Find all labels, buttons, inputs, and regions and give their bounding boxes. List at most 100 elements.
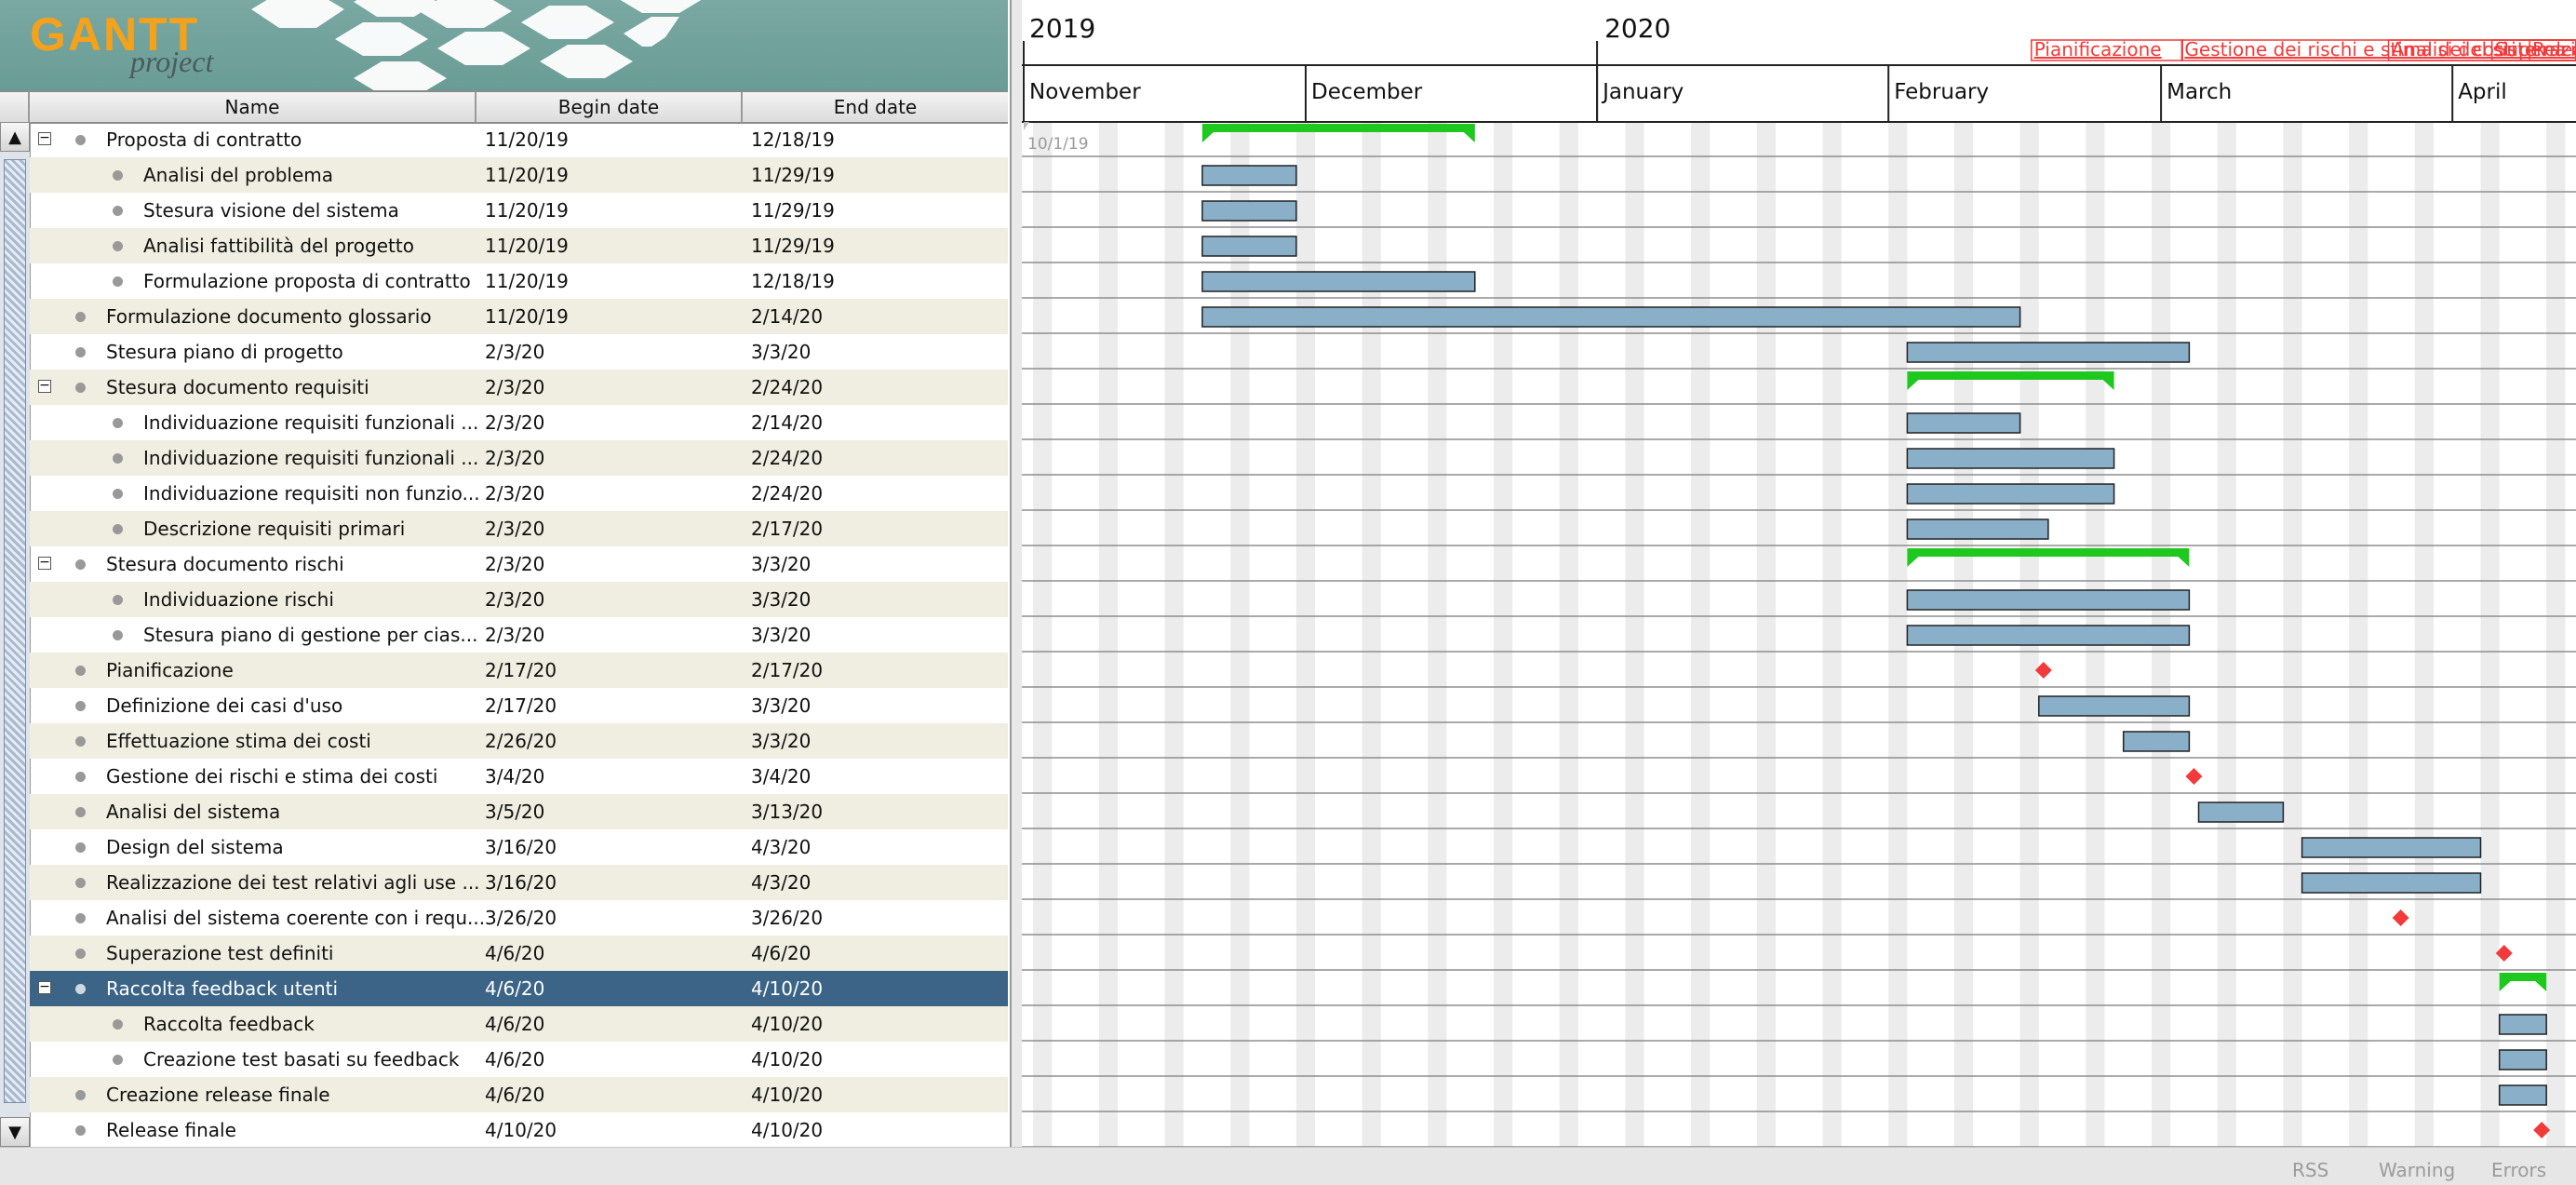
task-name[interactable]: Gestione dei rischi e stima dei costi xyxy=(106,759,497,794)
task-begin-date[interactable]: 3/16/20 xyxy=(485,829,736,865)
collapse-toggle-icon[interactable]: − xyxy=(38,379,51,393)
task-name[interactable]: Formulazione documento glossario xyxy=(106,299,497,334)
task-name[interactable]: Definizione dei casi d'uso xyxy=(106,688,497,723)
task-begin-date[interactable]: 11/20/19 xyxy=(485,193,736,228)
task-end-date[interactable]: 3/3/20 xyxy=(751,546,1002,582)
task-name[interactable]: Formulazione proposta di contratto xyxy=(143,263,497,299)
collapse-toggle-icon[interactable]: − xyxy=(38,131,51,145)
task-name[interactable]: Descrizione requisiti primari xyxy=(143,511,497,546)
gantt-chart[interactable]: 2019 2020 November December January February M… xyxy=(1022,0,2576,1147)
task-end-date[interactable]: 4/10/20 xyxy=(751,1077,1002,1112)
task-begin-date[interactable]: 4/6/20 xyxy=(485,936,736,971)
task-begin-date[interactable]: 2/26/20 xyxy=(485,723,736,759)
task-name[interactable]: Effettuazione stima dei costi xyxy=(106,723,497,759)
task-row[interactable]: Creazione release finale 4/6/20 4/10/20 xyxy=(30,1077,1008,1112)
task-begin-date[interactable]: 2/3/20 xyxy=(485,511,736,546)
task-name[interactable]: Individuazione requisiti funzionali ... xyxy=(143,405,497,440)
task-end-date[interactable]: 2/14/20 xyxy=(751,405,1002,440)
task-end-date[interactable]: 4/3/20 xyxy=(751,829,1002,865)
task-end-date[interactable]: 3/3/20 xyxy=(751,723,1002,759)
task-name[interactable]: Individuazione requisiti funzionali ... xyxy=(143,440,497,476)
task-name[interactable]: Analisi del sistema coerente con i requ.… xyxy=(106,900,497,936)
task-end-date[interactable]: 4/3/20 xyxy=(751,865,1002,900)
task-row[interactable]: Individuazione requisiti funzionali ... 2… xyxy=(30,405,1008,440)
task-name[interactable]: Stesura piano di gestione per cias... xyxy=(143,617,497,653)
vertical-scrollbar[interactable]: ▲ ▼ xyxy=(0,122,31,1147)
task-end-date[interactable]: 2/17/20 xyxy=(751,653,1002,688)
task-begin-date[interactable]: 11/20/19 xyxy=(485,228,736,263)
task-row[interactable]: Creazione test basati su feedback 4/6/20 4… xyxy=(30,1042,1008,1077)
column-header-name[interactable]: Name xyxy=(30,92,476,122)
task-name[interactable]: Analisi del sistema xyxy=(106,794,497,829)
task-begin-date[interactable]: 2/3/20 xyxy=(485,334,736,370)
task-name[interactable]: Superazione test definiti xyxy=(106,936,497,971)
task-row[interactable]: − Stesura documento rischi 2/3/20 3/3/20 xyxy=(30,546,1008,582)
task-end-date[interactable]: 2/24/20 xyxy=(751,440,1002,476)
task-row[interactable]: Superazione test definiti 4/6/20 4/6/20 xyxy=(30,936,1008,971)
task-row[interactable]: Pianificazione 2/17/20 2/17/20 xyxy=(30,653,1008,688)
task-name[interactable]: Stesura visione del sistema xyxy=(143,193,497,228)
task-row[interactable]: Release finale 4/10/20 4/10/20 xyxy=(30,1112,1008,1147)
task-begin-date[interactable]: 2/3/20 xyxy=(485,440,736,476)
task-end-date[interactable]: 3/3/20 xyxy=(751,582,1002,617)
task-begin-date[interactable]: 2/3/20 xyxy=(485,582,736,617)
task-name[interactable]: Analisi del problema xyxy=(143,157,497,193)
task-begin-date[interactable]: 11/20/19 xyxy=(485,157,736,193)
task-name[interactable]: Raccolta feedback xyxy=(143,1006,497,1042)
task-row[interactable]: Design del sistema 3/16/20 4/3/20 xyxy=(30,829,1008,865)
task-end-date[interactable]: 12/18/19 xyxy=(751,122,1002,157)
task-begin-date[interactable]: 11/20/19 xyxy=(485,263,736,299)
task-end-date[interactable]: 3/26/20 xyxy=(751,900,1002,936)
scroll-up-button[interactable]: ▲ xyxy=(0,122,30,152)
task-end-date[interactable]: 11/29/19 xyxy=(751,228,1002,263)
task-row[interactable]: Individuazione requisiti funzionali ... 2… xyxy=(30,440,1008,476)
task-row[interactable]: Descrizione requisiti primari 2/3/20 2/17/… xyxy=(30,511,1008,546)
status-rss[interactable]: RSS xyxy=(2292,1159,2328,1181)
task-begin-date[interactable]: 3/16/20 xyxy=(485,865,736,900)
task-begin-date[interactable]: 4/6/20 xyxy=(485,971,736,1006)
task-begin-date[interactable]: 4/10/20 xyxy=(485,1112,736,1147)
task-end-date[interactable]: 4/10/20 xyxy=(751,971,1002,1006)
task-end-date[interactable]: 2/17/20 xyxy=(751,511,1002,546)
task-end-date[interactable]: 4/10/20 xyxy=(751,1006,1002,1042)
task-begin-date[interactable]: 4/6/20 xyxy=(485,1042,736,1077)
task-begin-date[interactable]: 4/6/20 xyxy=(485,1006,736,1042)
task-begin-date[interactable]: 2/3/20 xyxy=(485,546,736,582)
task-begin-date[interactable]: 4/6/20 xyxy=(485,1077,736,1112)
task-name[interactable]: Individuazione rischi xyxy=(143,582,497,617)
scroll-down-button[interactable]: ▼ xyxy=(0,1117,30,1147)
task-begin-date[interactable]: 3/4/20 xyxy=(485,759,736,794)
task-name[interactable]: Stesura documento requisiti xyxy=(106,370,497,405)
status-errors[interactable]: Errors xyxy=(2491,1159,2546,1181)
task-begin-date[interactable]: 2/3/20 xyxy=(485,617,736,653)
task-row[interactable]: Raccolta feedback 4/6/20 4/10/20 xyxy=(30,1006,1008,1042)
task-end-date[interactable]: 3/4/20 xyxy=(751,759,1002,794)
task-name[interactable]: Individuazione requisiti non funzio... xyxy=(143,476,497,511)
column-header-end-date[interactable]: End date xyxy=(743,92,1008,122)
task-end-date[interactable]: 4/6/20 xyxy=(751,936,1002,971)
task-name[interactable]: Stesura piano di progetto xyxy=(106,334,497,370)
gantt-chart-panel[interactable]: 2019 2020 November December January February M… xyxy=(1022,0,2576,1147)
task-row[interactable]: − Proposta di contratto 11/20/19 12/18/19 xyxy=(30,122,1008,157)
task-end-date[interactable]: 11/29/19 xyxy=(751,157,1002,193)
task-begin-date[interactable]: 2/17/20 xyxy=(485,688,736,723)
task-name[interactable]: Raccolta feedback utenti xyxy=(106,971,497,1006)
task-name[interactable]: Stesura documento rischi xyxy=(106,546,497,582)
task-end-date[interactable]: 3/3/20 xyxy=(751,617,1002,653)
task-begin-date[interactable]: 3/26/20 xyxy=(485,900,736,936)
task-row[interactable]: Effettuazione stima dei costi 2/26/20 3/3/… xyxy=(30,723,1008,759)
task-row[interactable]: − Stesura documento requisiti 2/3/20 2/24/2… xyxy=(30,370,1008,405)
task-row[interactable]: Gestione dei rischi e stima dei costi 3/4… xyxy=(30,759,1008,794)
task-name[interactable]: Realizzazione dei test relativi agli use… xyxy=(106,865,497,900)
scrollbar-thumb[interactable] xyxy=(4,159,26,1103)
task-row[interactable]: − Raccolta feedback utenti 4/6/20 4/10/20 xyxy=(30,971,1008,1006)
collapse-toggle-icon[interactable]: − xyxy=(38,980,51,994)
task-end-date[interactable]: 4/10/20 xyxy=(751,1112,1002,1147)
task-begin-date[interactable]: 2/17/20 xyxy=(485,653,736,688)
task-name[interactable]: Pianificazione xyxy=(106,653,497,688)
task-begin-date[interactable]: 2/3/20 xyxy=(485,476,736,511)
collapse-toggle-icon[interactable]: − xyxy=(38,556,51,570)
task-name[interactable]: Release finale xyxy=(106,1112,497,1147)
task-end-date[interactable]: 3/3/20 xyxy=(751,688,1002,723)
task-name[interactable]: Proposta di contratto xyxy=(106,122,497,157)
